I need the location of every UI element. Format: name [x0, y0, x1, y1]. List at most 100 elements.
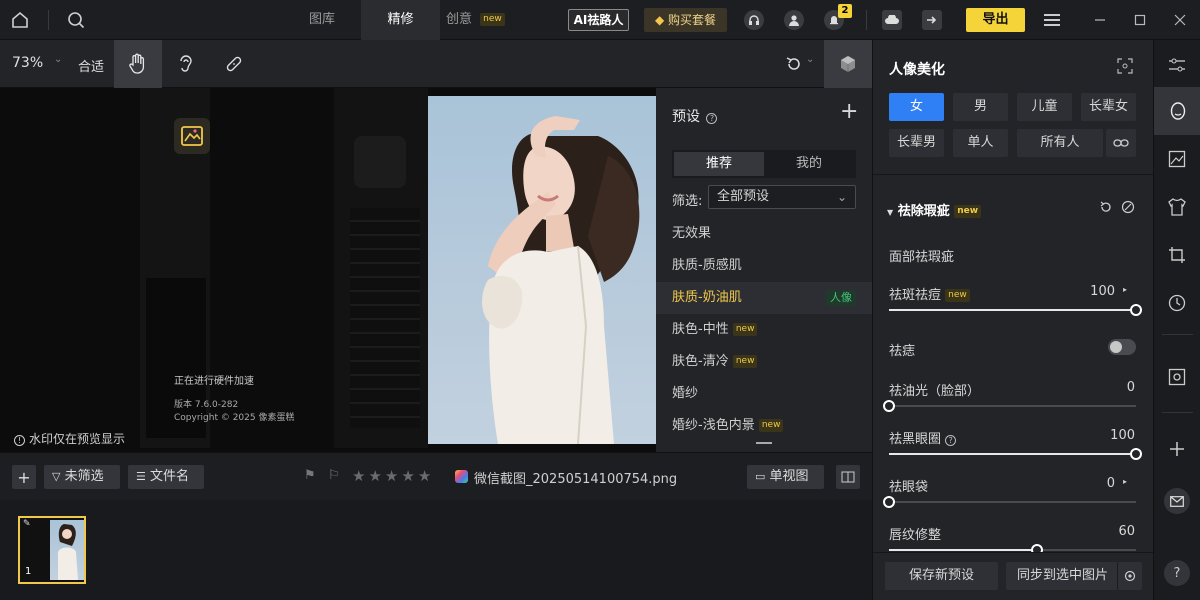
tab-creative[interactable]: 创意 new: [446, 0, 516, 40]
search-icon[interactable]: [64, 8, 88, 32]
minimize-icon[interactable]: [1090, 10, 1110, 30]
preset-item-selected[interactable]: 肤质-奶油肌 人像: [656, 282, 872, 314]
chevron-down-icon[interactable]: ⌄: [54, 54, 62, 65]
compare-cube-icon[interactable]: [824, 40, 872, 88]
tab-gallery[interactable]: 图库: [284, 0, 360, 40]
add-icon[interactable]: +: [12, 465, 36, 489]
thumbnail[interactable]: ✎ 1: [18, 516, 86, 584]
fit-button[interactable]: 合适: [78, 56, 104, 75]
lip-lines-slider[interactable]: [889, 544, 1136, 556]
slider-knob[interactable]: [883, 400, 895, 412]
help-icon[interactable]: ?: [945, 435, 957, 446]
add-preset-icon[interactable]: +: [840, 100, 858, 124]
section-header[interactable]: ▼ 祛除瑕疵 new: [887, 200, 982, 219]
import-arrow-icon[interactable]: [922, 10, 942, 30]
ai-label: AI: [573, 13, 588, 27]
slider-value[interactable]: 100: [1093, 428, 1135, 443]
zoom-level[interactable]: 73%: [12, 55, 43, 71]
slider-value[interactable]: 100: [1073, 284, 1115, 299]
bandage-tool-icon[interactable]: [210, 40, 258, 88]
portrait-face-icon[interactable]: [1154, 87, 1200, 135]
chip-male[interactable]: 男: [953, 93, 1008, 121]
slider-value[interactable]: 0: [1093, 380, 1135, 395]
expand-arrow-icon[interactable]: ▸: [1123, 285, 1127, 294]
slider-value[interactable]: 0: [1073, 476, 1115, 491]
tab-mine[interactable]: 我的: [764, 152, 854, 176]
buy-plan-button[interactable]: ◆ 购买套餐: [644, 8, 727, 32]
star-icon[interactable]: ★: [352, 467, 368, 485]
close-icon[interactable]: [1170, 10, 1190, 30]
single-view-button[interactable]: ▭ 单视图: [747, 465, 824, 489]
filter-select[interactable]: 全部预设 ⌄: [708, 185, 856, 209]
sort-button[interactable]: ☰ 文件名: [128, 465, 204, 489]
link-icon[interactable]: [1106, 129, 1136, 157]
reset-icon[interactable]: [1097, 198, 1115, 216]
help-icon[interactable]: ?: [706, 113, 718, 124]
expand-arrow-icon[interactable]: ▸: [1123, 477, 1127, 486]
flag-reject-icon[interactable]: ⚐: [328, 468, 340, 483]
preset-item[interactable]: 婚纱-浅色内景 new: [656, 410, 872, 442]
star-icon[interactable]: ★: [385, 467, 401, 485]
slider-knob[interactable]: [883, 496, 895, 508]
tab-recommend[interactable]: 推荐: [674, 152, 764, 176]
split-view-icon[interactable]: [836, 465, 860, 489]
image-adjust-icon[interactable]: [1166, 148, 1188, 170]
user-avatar-icon[interactable]: [784, 10, 804, 30]
mole-removal-toggle[interactable]: [1108, 339, 1136, 355]
spot-acne-slider[interactable]: [889, 304, 1142, 316]
new-badge: new: [732, 323, 758, 336]
cloud-icon[interactable]: [882, 10, 902, 30]
menu-icon[interactable]: [1042, 10, 1062, 30]
ai-remove-passerby-button[interactable]: AI祛路人: [568, 9, 629, 31]
new-badge: new: [758, 419, 784, 432]
ear-tool-icon[interactable]: [162, 40, 210, 88]
slider-knob[interactable]: [1130, 304, 1142, 316]
chip-elder-male[interactable]: 长辈男: [889, 129, 944, 157]
help-icon[interactable]: ?: [1164, 560, 1190, 586]
preset-item[interactable]: 肤质-质感肌: [656, 250, 872, 282]
chip-single-person[interactable]: 单人: [953, 129, 1008, 157]
chip-female[interactable]: 女: [889, 93, 944, 121]
hand-tool-icon[interactable]: [114, 40, 162, 88]
star-icon[interactable]: ★: [368, 467, 384, 485]
star-icon[interactable]: ★: [418, 467, 434, 485]
frame-icon[interactable]: [1166, 366, 1188, 388]
clothing-icon[interactable]: [1166, 196, 1188, 218]
save-preset-button[interactable]: 保存新预设: [885, 562, 998, 590]
caret-down-icon: ▼: [887, 208, 894, 217]
slider-value[interactable]: 60: [1093, 524, 1135, 539]
crop-icon[interactable]: [1166, 244, 1188, 266]
chip-everyone[interactable]: 所有人: [1017, 129, 1103, 157]
preset-item[interactable]: 无效果: [656, 218, 872, 250]
sync-settings-icon[interactable]: [1117, 562, 1142, 590]
preset-item[interactable]: 肤色-中性 new: [656, 314, 872, 346]
headset-icon[interactable]: [744, 10, 764, 30]
chip-child[interactable]: 儿童: [1017, 93, 1072, 121]
eye-bags-slider[interactable]: [883, 496, 1136, 508]
flag-icon[interactable]: ⚑: [304, 468, 316, 483]
tab-retouch[interactable]: 精修: [361, 0, 440, 40]
chip-elder-female[interactable]: 长辈女: [1081, 93, 1136, 121]
maximize-icon[interactable]: [1130, 10, 1150, 30]
rating-stars[interactable]: ★★★★★: [352, 467, 434, 485]
export-button[interactable]: 导出: [966, 8, 1025, 32]
preset-item[interactable]: 肤色-清冷 new: [656, 346, 872, 378]
slider-knob[interactable]: [1130, 448, 1142, 460]
sync-to-selected-button[interactable]: 同步到选中图片: [1006, 562, 1119, 590]
toggle-visibility-icon[interactable]: [1119, 198, 1137, 216]
oil-shine-slider[interactable]: [883, 400, 1136, 412]
scroll-handle[interactable]: [756, 442, 772, 444]
add-icon[interactable]: [1166, 438, 1188, 460]
preset-item[interactable]: 婚纱: [656, 378, 872, 410]
chevron-down-icon[interactable]: ⌄: [806, 54, 814, 65]
filter-button[interactable]: ▽ 未筛选: [44, 465, 120, 489]
adjustments-icon[interactable]: [1166, 54, 1188, 76]
home-icon[interactable]: [8, 8, 32, 32]
history-clock-icon[interactable]: [1166, 292, 1188, 314]
photo-preview[interactable]: [428, 96, 656, 444]
star-icon[interactable]: ★: [401, 467, 417, 485]
face-detect-icon[interactable]: [1115, 56, 1135, 76]
undo-history-icon[interactable]: [782, 52, 806, 76]
mail-icon[interactable]: [1164, 488, 1190, 514]
dark-circles-slider[interactable]: [889, 448, 1142, 460]
